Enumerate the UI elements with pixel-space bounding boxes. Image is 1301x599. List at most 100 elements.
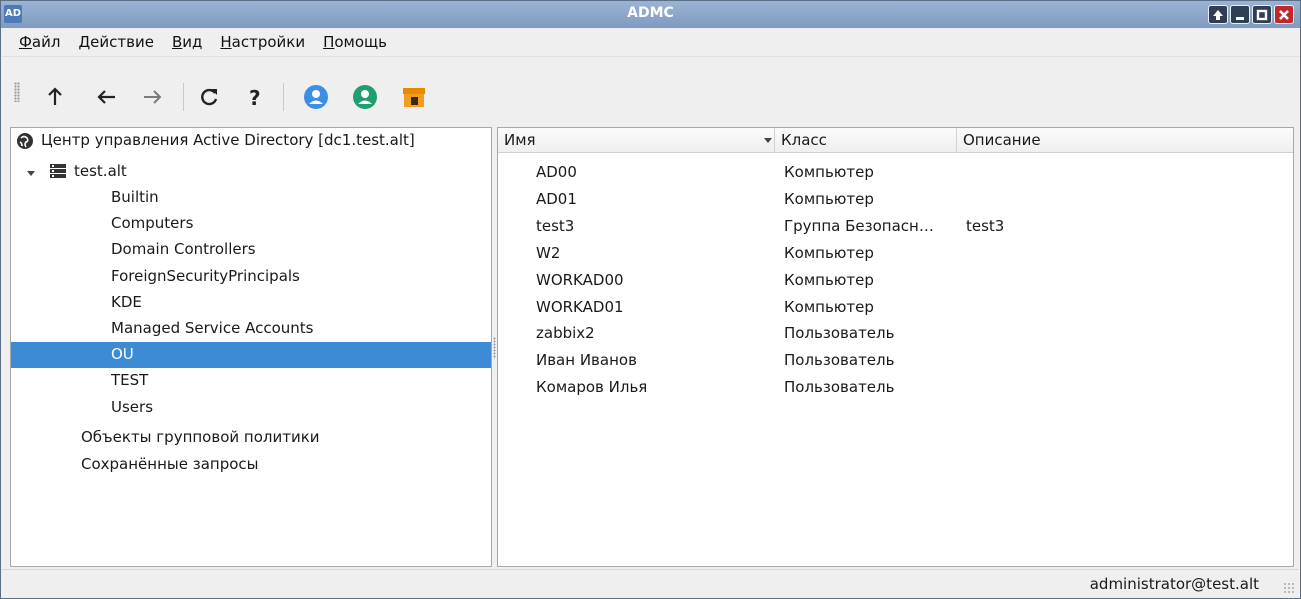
tree-root-label: Центр управления Active Directory [dc1.t… [41,131,415,149]
chevron-right-icon[interactable] [55,324,65,334]
tree-item-label: TEST [111,371,149,390]
refresh-button[interactable] [196,84,222,110]
list-row[interactable]: Иван Иванов Пользователь [498,347,1293,374]
help-button[interactable]: ? [242,84,268,110]
cell-class: Группа Безопасн… [784,216,934,235]
create-user-button[interactable] [303,84,329,110]
tree-item-label: Managed Service Accounts [111,319,314,337]
chevron-right-icon[interactable] [55,403,65,413]
window-controls [1208,5,1294,24]
column-header-class[interactable]: Класс [775,128,957,153]
folder-icon [81,268,99,286]
tree-domain-label: test.alt [74,162,127,180]
disabled-user-icon [505,324,525,342]
title-bar[interactable]: AD ADMC [1,1,1300,28]
cell-name: test3 [536,216,575,235]
cell-name: zabbix2 [536,324,595,343]
resize-grip[interactable] [1283,582,1295,594]
create-group-button[interactable] [352,84,378,110]
toolbar-grip[interactable] [14,82,20,102]
chevron-right-icon[interactable] [55,298,65,308]
tree-item-label: Объекты групповой политики [81,428,320,446]
cell-class: Компьютер [784,189,874,208]
menu-file[interactable]: Файл [10,29,69,55]
chevron-right-icon[interactable] [55,376,65,386]
computer-icon [505,244,525,262]
object-list[interactable]: Имя Класс Описание AD00 Компьютер AD01 Комп… [497,127,1294,567]
menu-view[interactable]: Вид [163,29,211,55]
list-row[interactable]: Комаров Илья Пользователь [498,374,1293,401]
sort-desc-icon [764,138,772,143]
folder-icon [81,399,99,417]
cell-name: AD01 [536,189,577,208]
list-row[interactable]: AD00 Компьютер [498,159,1293,186]
status-user: administrator@test.alt [1089,575,1259,593]
chevron-down-icon[interactable] [26,168,36,178]
close-button[interactable] [1274,5,1294,24]
tree-item-users[interactable]: Users [11,395,491,421]
cell-class: Компьютер [784,243,874,262]
globe-icon [17,133,33,149]
tree-item-managed-service-accounts[interactable]: Managed Service Accounts [11,316,491,342]
keep-above-button[interactable] [1208,5,1228,24]
tree-item-domain-controllers[interactable]: Domain Controllers [11,237,491,263]
menu-bar: Файл Действие Вид Настройки Помощь [2,29,1299,55]
tree-item-kde[interactable]: KDE [11,290,491,316]
ou-icon [81,294,99,312]
admc-window: AD ADMC Файл Действие Вид Настройки Помо… [0,0,1301,599]
computer-icon [505,298,525,316]
tree-item-top-level[interactable]: Сохранённые запросы [11,452,491,478]
cell-class: Пользователь [784,324,895,343]
create-ou-button[interactable] [401,84,427,110]
console-tree[interactable]: Центр управления Active Directory [dc1.t… [10,127,492,567]
tree-item-label: OU [111,345,134,364]
menu-help[interactable]: Помощь [314,29,396,55]
tree-item-ou[interactable]: OU [11,342,491,369]
list-row[interactable]: zabbix2 Пользователь [498,320,1293,347]
tree-item-test[interactable]: TEST [11,368,491,394]
tree-item-top-level[interactable]: Объекты групповой политики [11,425,491,451]
tree-item-computers[interactable]: Computers [11,211,491,237]
chevron-right-icon[interactable] [26,433,36,443]
list-row[interactable]: AD01 Компьютер [498,186,1293,213]
list-row[interactable]: test3 Группа Безопасн… test3 [498,213,1293,240]
new-user-icon [304,85,328,109]
list-row[interactable]: W2 Компьютер [498,240,1293,267]
tree-item-domain[interactable]: test.alt [11,159,491,185]
column-header-name[interactable]: Имя [498,128,775,153]
tree-item-foreignsecurityprincipals[interactable]: ForeignSecurityPrincipals [11,264,491,290]
chevron-right-icon[interactable] [55,245,65,255]
chevron-right-icon[interactable] [55,219,65,229]
navigate-forward-button[interactable] [139,84,165,110]
tree-item-label: Сохранённые запросы [81,455,259,473]
help-icon: ? [249,86,261,110]
cell-name: AD00 [536,163,577,181]
maximize-icon [1256,9,1268,21]
tree-item-builtin[interactable]: Builtin [11,185,491,211]
navigate-back-button[interactable] [94,84,120,110]
computer-icon [505,190,525,208]
splitter-handle[interactable] [493,337,496,359]
column-header-description[interactable]: Описание [957,128,1293,153]
folder-icon [49,429,67,447]
chevron-right-icon[interactable] [26,460,36,470]
list-row[interactable]: WORKAD00 Компьютер [498,267,1293,294]
menu-settings[interactable]: Настройки [211,29,314,55]
navigate-up-button[interactable] [42,84,68,110]
chevron-right-icon[interactable] [55,272,65,282]
folder-icon [49,456,67,474]
tree-item-label: Users [111,397,154,416]
toolbar-separator [283,83,284,111]
chevron-right-icon[interactable] [55,193,65,203]
toolbar: ? [2,56,1299,123]
new-group-icon [353,85,377,109]
cell-description: test3 [966,216,1005,235]
cell-class: Компьютер [784,297,874,316]
ou-icon [81,372,99,390]
list-row[interactable]: WORKAD01 Компьютер [498,294,1293,321]
minimize-button[interactable] [1230,5,1250,24]
maximize-button[interactable] [1252,5,1272,24]
new-ou-icon [403,88,425,107]
tree-root[interactable]: Центр управления Active Directory [dc1.t… [11,128,491,154]
menu-action[interactable]: Действие [69,29,163,55]
